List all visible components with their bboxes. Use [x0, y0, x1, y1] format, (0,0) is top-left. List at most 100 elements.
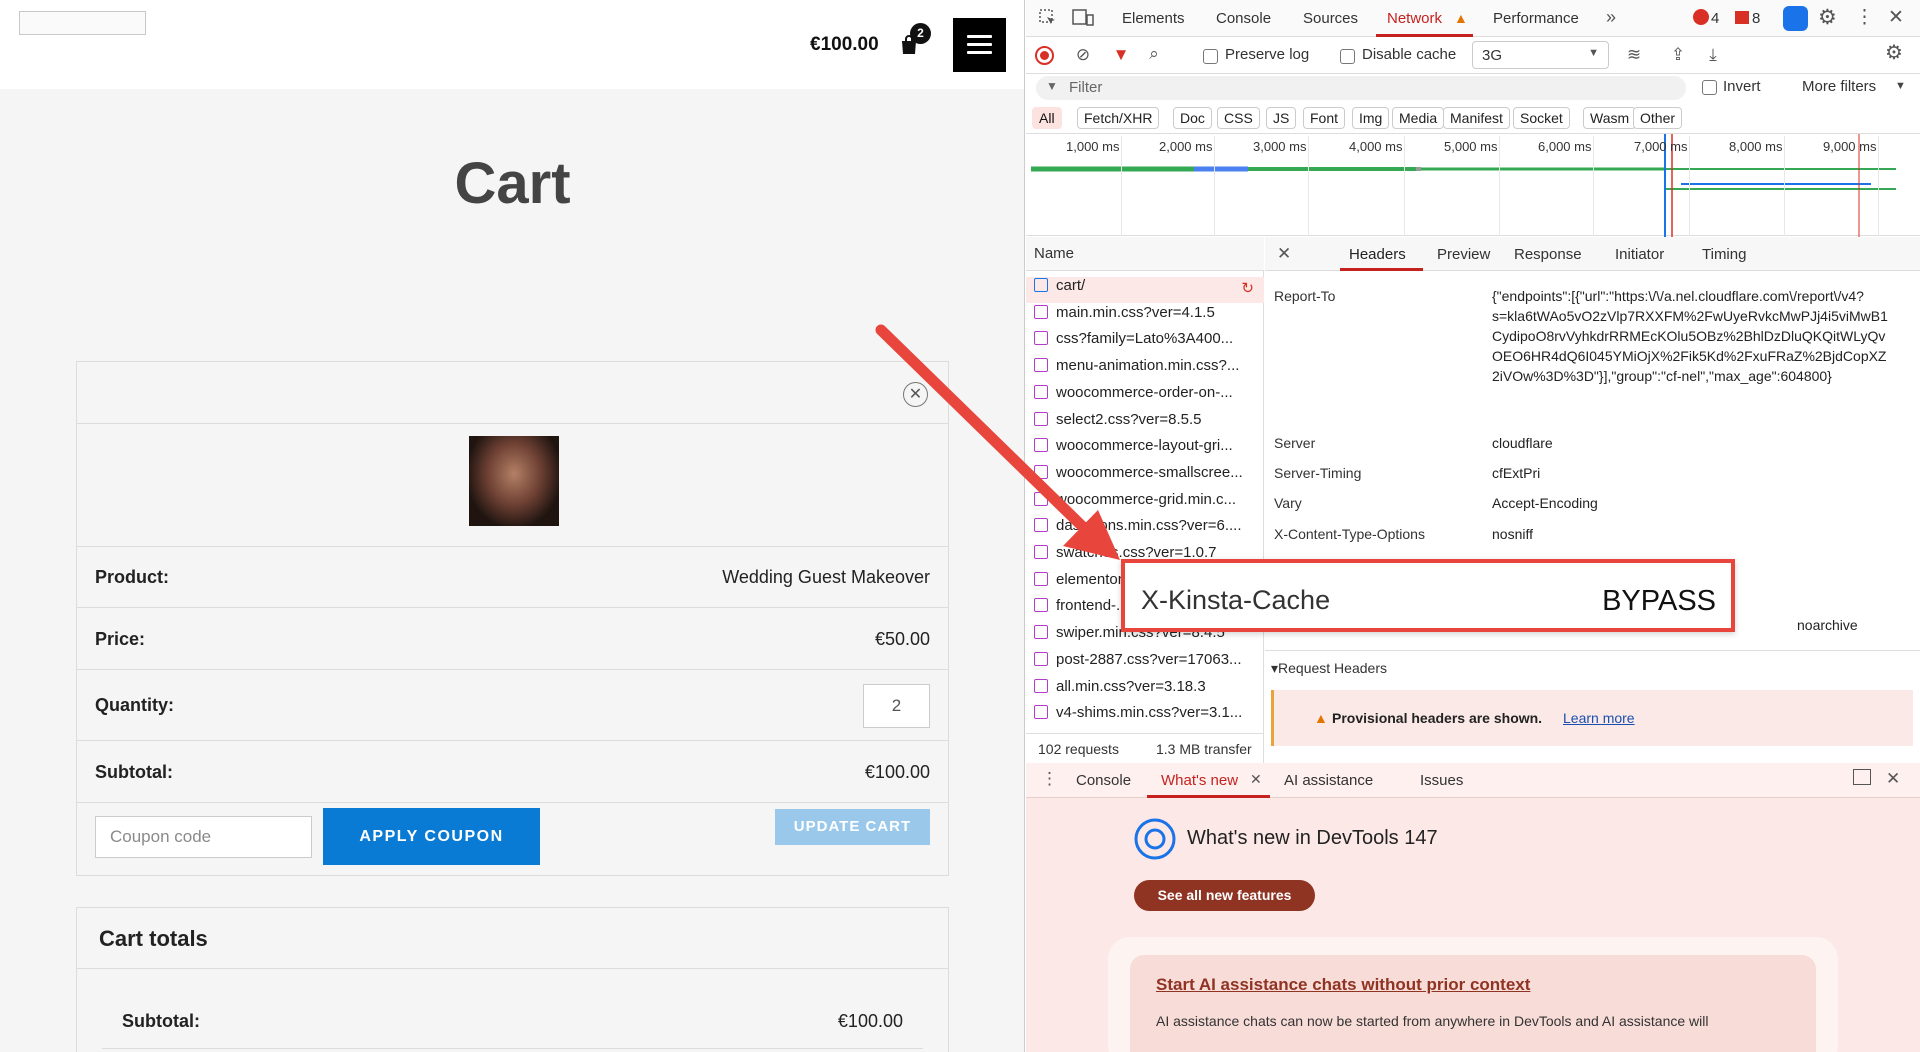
- search-icon[interactable]: ⌕: [1144, 44, 1164, 64]
- type-filter-socket[interactable]: Socket: [1513, 107, 1570, 129]
- network-settings-icon[interactable]: ⚙: [1884, 43, 1904, 63]
- settings-gear-icon[interactable]: ⚙: [1818, 5, 1837, 30]
- filter-funnel-icon[interactable]: ▼: [1111, 45, 1131, 65]
- product-label: Product:: [95, 567, 169, 587]
- request-row[interactable]: cart/ ↻: [1026, 277, 1264, 303]
- drawer-tab-whats-new[interactable]: What's new: [1161, 772, 1238, 789]
- error-icon[interactable]: [1693, 9, 1709, 25]
- hamburger-menu-button[interactable]: [953, 18, 1006, 72]
- request-row[interactable]: select2.css?ver=8.5.5: [1034, 411, 1264, 437]
- name-column-header[interactable]: Name: [1026, 237, 1264, 271]
- network-conditions-icon[interactable]: ≋: [1624, 45, 1644, 65]
- close-devtools-icon[interactable]: ✕: [1888, 6, 1904, 29]
- close-tab-icon[interactable]: ✕: [1250, 771, 1262, 788]
- site-logo[interactable]: [19, 11, 146, 35]
- request-name: menu-animation.min.css?...: [1056, 357, 1240, 375]
- close-drawer-icon[interactable]: ✕: [1886, 769, 1900, 789]
- record-icon[interactable]: [1035, 46, 1054, 65]
- header-value[interactable]: nosniff: [1492, 524, 1892, 544]
- drawer-menu-icon[interactable]: ⋮: [1041, 769, 1058, 789]
- tab-headers[interactable]: Headers: [1349, 246, 1406, 263]
- type-filter-css[interactable]: CSS: [1217, 107, 1260, 129]
- kebab-menu-icon[interactable]: ⋮: [1855, 6, 1874, 29]
- clear-icon[interactable]: ⊘: [1073, 45, 1093, 65]
- tab-timing[interactable]: Timing: [1702, 246, 1746, 263]
- header-value[interactable]: {"endpoints":[{"url":"https:\/\/a.nel.cl…: [1492, 286, 1892, 386]
- type-filter-manifest[interactable]: Manifest: [1443, 107, 1510, 129]
- request-row[interactable]: post-2887.css?ver=17063...: [1034, 651, 1264, 677]
- warning-count[interactable]: 8: [1752, 10, 1760, 27]
- filter-input[interactable]: ▼ Filter: [1036, 76, 1686, 100]
- error-count[interactable]: 4: [1711, 10, 1719, 27]
- request-row[interactable]: v4-shims.min.css?ver=3.1...: [1034, 704, 1264, 730]
- product-name-link[interactable]: Wedding Guest Makeover: [722, 567, 930, 588]
- type-filter-font[interactable]: Font: [1303, 107, 1346, 129]
- request-row[interactable]: menu-animation.min.css?...: [1034, 357, 1264, 383]
- header-value[interactable]: cfExtPri: [1492, 463, 1892, 483]
- type-filter-doc[interactable]: Doc: [1173, 107, 1212, 129]
- request-row[interactable]: woocommerce-grid.min.c...: [1034, 491, 1264, 517]
- update-cart-button[interactable]: UPDATE CART: [775, 809, 930, 845]
- request-row[interactable]: woocommerce-order-on-...: [1034, 384, 1264, 410]
- request-row[interactable]: dashicons.min.css?ver=6....: [1034, 517, 1264, 543]
- preserve-log-checkbox[interactable]: [1203, 49, 1218, 64]
- dock-side-icon[interactable]: [1853, 769, 1871, 785]
- cart-count-badge: 2: [910, 23, 931, 44]
- type-filter-all[interactable]: All: [1032, 107, 1062, 129]
- type-filter-other[interactable]: Other: [1633, 107, 1683, 129]
- warning-flag-icon[interactable]: [1735, 11, 1749, 24]
- drawer-tab-issues[interactable]: Issues: [1420, 772, 1463, 789]
- tab-preview[interactable]: Preview: [1437, 246, 1490, 263]
- ai-assistance-icon[interactable]: [1783, 6, 1808, 31]
- drawer-tab-ai-assistance[interactable]: AI assistance: [1284, 772, 1373, 789]
- drawer-tab-console[interactable]: Console: [1076, 772, 1131, 789]
- preserve-log-label[interactable]: Preserve log: [1225, 46, 1309, 63]
- more-filters-dropdown[interactable]: More filters: [1802, 78, 1876, 95]
- request-row[interactable]: main.min.css?ver=4.1.5: [1034, 304, 1264, 330]
- type-filter-media[interactable]: Media: [1392, 107, 1445, 129]
- tab-network[interactable]: Network: [1387, 10, 1442, 27]
- request-row[interactable]: css?family=Lato%3A400...: [1034, 330, 1264, 356]
- learn-more-link[interactable]: Learn more: [1563, 710, 1635, 726]
- header-value[interactable]: cloudflare: [1492, 433, 1892, 453]
- timeline-gridline: [1784, 136, 1785, 236]
- header-value[interactable]: Accept-Encoding: [1492, 493, 1892, 513]
- header-cart-total[interactable]: €100.00: [810, 34, 879, 56]
- stylesheet-icon: [1034, 464, 1048, 479]
- subtotal-label: Subtotal:: [95, 762, 173, 782]
- tab-response[interactable]: Response: [1514, 246, 1582, 263]
- quantity-input[interactable]: 2: [863, 684, 930, 728]
- tab-elements[interactable]: Elements: [1122, 10, 1185, 27]
- request-headers-section[interactable]: ▾Request Headers: [1271, 660, 1387, 677]
- remove-item-icon[interactable]: ✕: [903, 382, 928, 407]
- tab-performance[interactable]: Performance: [1493, 10, 1579, 27]
- tab-sources[interactable]: Sources: [1303, 10, 1358, 27]
- disable-cache-checkbox[interactable]: [1340, 49, 1355, 64]
- tab-console[interactable]: Console: [1216, 10, 1271, 27]
- product-thumbnail[interactable]: [469, 436, 559, 526]
- throttle-select[interactable]: 3G ▼: [1472, 41, 1609, 69]
- see-all-features-button[interactable]: See all new features: [1134, 880, 1315, 911]
- more-tabs-icon[interactable]: »: [1606, 7, 1616, 28]
- export-har-icon[interactable]: ⤓: [1703, 45, 1723, 65]
- type-filter-fetchxhr[interactable]: Fetch/XHR: [1077, 107, 1160, 129]
- request-row[interactable]: all.min.css?ver=3.18.3: [1034, 678, 1264, 704]
- apply-coupon-button[interactable]: APPLY COUPON: [323, 808, 540, 865]
- request-row[interactable]: woocommerce-smallscree...: [1034, 464, 1264, 490]
- feature-title-link[interactable]: Start AI assistance chats without prior …: [1156, 975, 1530, 995]
- invert-checkbox[interactable]: [1702, 80, 1717, 95]
- device-toolbar-icon[interactable]: [1072, 8, 1094, 28]
- tab-initiator[interactable]: Initiator: [1615, 246, 1664, 263]
- type-filter-js[interactable]: JS: [1266, 107, 1297, 129]
- devtools-logo-icon: [1134, 818, 1176, 860]
- coupon-code-input[interactable]: Coupon code: [95, 816, 312, 858]
- close-detail-icon[interactable]: ✕: [1277, 244, 1291, 264]
- type-filter-wasm[interactable]: Wasm: [1583, 107, 1637, 129]
- invert-label[interactable]: Invert: [1723, 78, 1761, 95]
- type-filter-img[interactable]: Img: [1352, 107, 1390, 129]
- inspect-element-icon[interactable]: [1038, 8, 1058, 28]
- header-value[interactable]: noarchive: [1797, 615, 1897, 635]
- import-har-icon[interactable]: ⇪: [1668, 45, 1688, 65]
- disable-cache-label[interactable]: Disable cache: [1362, 46, 1456, 63]
- request-row[interactable]: woocommerce-layout-gri...: [1034, 437, 1264, 463]
